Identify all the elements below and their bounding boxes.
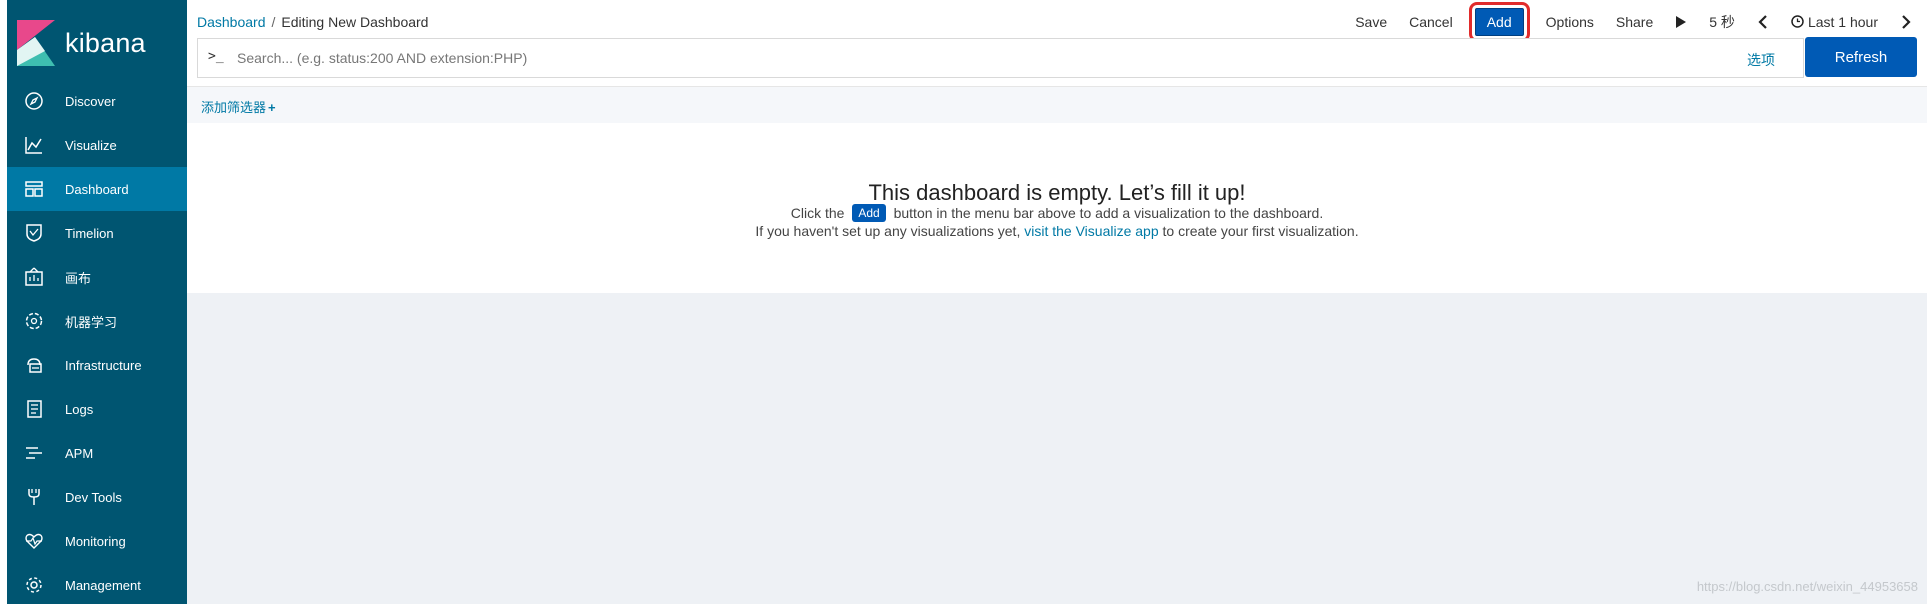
sidebar-item-logs[interactable]: Logs xyxy=(7,387,187,431)
empty-line2-pre: If you haven't set up any visualizations… xyxy=(755,223,1021,239)
refresh-interval[interactable]: 5 秒 xyxy=(1709,12,1735,32)
breadcrumb: Dashboard / Editing New Dashboard xyxy=(197,14,428,30)
visualize-app-link[interactable]: visit the Visualize app xyxy=(1024,223,1158,239)
sidebar-item-canvas[interactable]: 画布 xyxy=(7,255,187,299)
logs-icon xyxy=(23,398,45,420)
apm-icon xyxy=(23,442,45,464)
share-button[interactable]: Share xyxy=(1616,14,1653,30)
empty-instructions: Click the Add button in the menu bar abo… xyxy=(187,204,1927,222)
chart-icon xyxy=(23,134,45,156)
sidebar-item-discover[interactable]: Discover xyxy=(7,79,187,123)
empty-line1-pre: Click the xyxy=(790,205,845,221)
sidebar-item-infrastructure[interactable]: Infrastructure xyxy=(7,343,187,387)
dashboard-icon xyxy=(23,178,45,200)
kibana-logo[interactable]: kibana xyxy=(17,18,146,68)
search-input[interactable] xyxy=(235,45,1639,71)
dashboard-canvas: https://blog.csdn.net/weixin_44953658 xyxy=(187,293,1927,604)
infrastructure-icon xyxy=(23,354,45,376)
shield-icon xyxy=(23,222,45,244)
empty-title: This dashboard is empty. Let’s fill it u… xyxy=(868,180,1246,205)
sidebar-item-label: Monitoring xyxy=(65,533,126,549)
sidebar-item-label: Dashboard xyxy=(65,181,129,197)
breadcrumb-current: Editing New Dashboard xyxy=(281,14,429,30)
sidebar-item-monitoring[interactable]: Monitoring xyxy=(7,519,187,563)
chevron-right-icon[interactable] xyxy=(1900,15,1912,29)
sidebar-item-label: Discover xyxy=(65,93,116,109)
cancel-button[interactable]: Cancel xyxy=(1409,14,1453,30)
empty-visualize-hint: If you haven't set up any visualizations… xyxy=(187,223,1927,239)
clock-icon xyxy=(1791,14,1808,30)
chevron-left-icon[interactable] xyxy=(1757,15,1769,29)
time-picker[interactable]: Last 1 hour xyxy=(1791,14,1878,30)
sidebar-item-timelion[interactable]: Timelion xyxy=(7,211,187,255)
breadcrumb-separator: / xyxy=(271,14,276,30)
ml-icon xyxy=(23,310,45,332)
sidebar-item-machine-learning[interactable]: 机器学习 xyxy=(7,299,187,343)
add-filter-button[interactable]: 添加筛选器 + xyxy=(201,97,276,116)
wrench-icon xyxy=(23,486,45,508)
brand-name: kibana xyxy=(65,27,146,58)
add-button[interactable]: Add xyxy=(1468,2,1530,42)
filter-bar: 添加筛选器 + xyxy=(187,86,1927,124)
sidebar-item-apm[interactable]: APM xyxy=(7,431,187,475)
kibana-logo-icon xyxy=(17,20,55,66)
query-bar: >_ 选项 xyxy=(197,38,1804,78)
options-button[interactable]: Options xyxy=(1546,14,1594,30)
sidebar-item-label: Logs xyxy=(65,401,94,417)
sidebar-item-label: Dev Tools xyxy=(65,489,122,505)
sidebar-item-visualize[interactable]: Visualize xyxy=(7,123,187,167)
sidebar-item-label: Timelion xyxy=(65,225,114,241)
inline-add-badge: Add xyxy=(852,204,886,222)
plus-icon: + xyxy=(268,100,276,115)
sidebar-item-dashboard[interactable]: Dashboard xyxy=(7,167,187,211)
sidebar-item-dev-tools[interactable]: Dev Tools xyxy=(7,475,187,519)
heartbeat-icon xyxy=(23,530,45,552)
refresh-button[interactable]: Refresh xyxy=(1805,37,1917,77)
add-filter-label: 添加筛选器 xyxy=(201,100,267,115)
empty-line2-post: to create your first visualization. xyxy=(1162,223,1359,239)
gear-icon xyxy=(23,574,45,596)
sidebar-item-label: 画布 xyxy=(65,270,92,286)
query-prompt-icon: >_ xyxy=(208,49,224,64)
watermark: https://blog.csdn.net/weixin_44953658 xyxy=(1696,579,1918,594)
sidebar-item-label: Infrastructure xyxy=(65,357,142,373)
play-icon[interactable] xyxy=(1675,15,1687,29)
sidebar-item-label: 机器学习 xyxy=(65,314,118,330)
sidebar-item-label: APM xyxy=(65,445,94,461)
time-range-label: Last 1 hour xyxy=(1807,14,1878,30)
top-bar: Dashboard / Editing New Dashboard Save Can… xyxy=(187,0,1927,86)
sidebar-nav: Discover Visualize Dashboard Timelion 画布 xyxy=(7,79,187,607)
query-options-link[interactable]: 选项 xyxy=(1747,50,1775,70)
sidebar-item-label: Visualize xyxy=(65,137,117,153)
save-button[interactable]: Save xyxy=(1355,14,1387,30)
canvas-icon xyxy=(23,266,45,288)
sidebar: kibana Discover Visualize Dashboard Time… xyxy=(7,0,187,604)
sidebar-item-label: Management xyxy=(65,577,141,593)
empty-line1-post: button in the menu bar above to add a vi… xyxy=(893,205,1324,221)
dashboard-empty-panel: This dashboard is empty. Let’s fill it u… xyxy=(187,123,1927,293)
breadcrumb-dashboard-link[interactable]: Dashboard xyxy=(197,14,266,30)
sidebar-item-management[interactable]: Management xyxy=(7,563,187,607)
compass-icon xyxy=(23,90,45,112)
